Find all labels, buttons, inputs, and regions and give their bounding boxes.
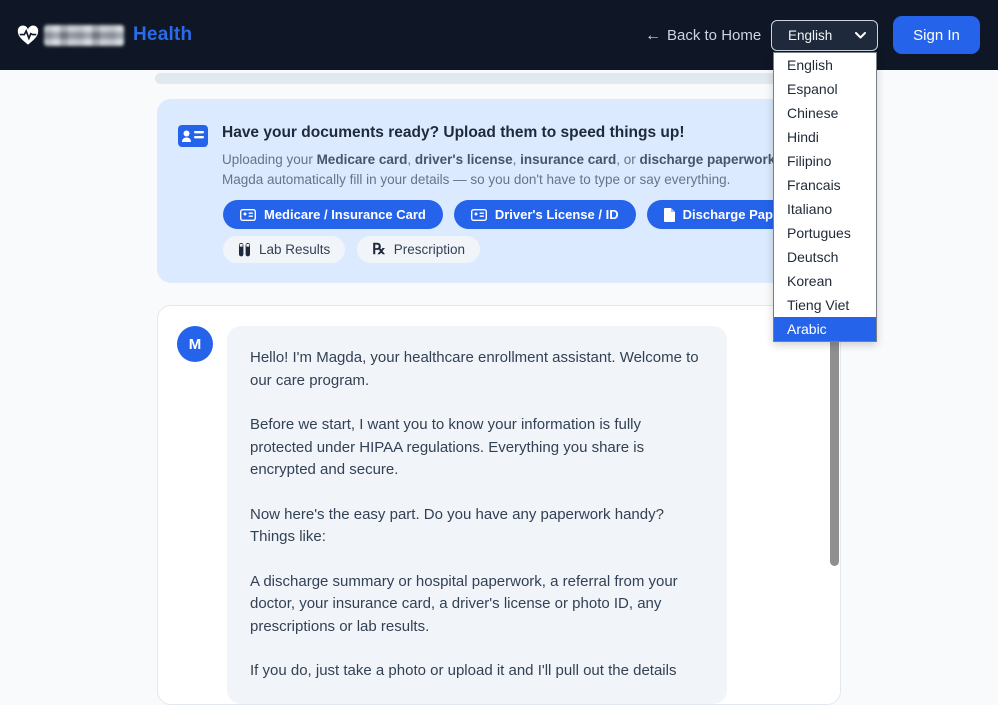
docs-card-title: Have your documents ready? Upload them t… — [222, 124, 684, 142]
brand-name-redacted — [44, 25, 124, 46]
language-option-tieng-viet[interactable]: Tieng Viet — [774, 293, 876, 317]
docs-secondary-buttons: Lab Results ℞ Prescription — [223, 236, 480, 263]
language-option-filipino[interactable]: Filipino — [774, 149, 876, 173]
message-paragraph: Before we start, I want you to know your… — [250, 414, 704, 482]
back-arrow-icon: ← — [645, 28, 661, 44]
lab-results-button[interactable]: Lab Results — [223, 236, 345, 263]
brand-suffix: Health — [133, 24, 192, 46]
drivers-license-button[interactable]: Driver's License / ID — [454, 200, 636, 229]
message-paragraph: Now here's the easy part. Do you have an… — [250, 504, 704, 549]
scrolled-card-remnant — [155, 73, 843, 84]
brand-logo: Health — [17, 24, 192, 46]
assistant-avatar: M — [177, 326, 213, 362]
docs-card-note: Uploading your Medicare card, driver's l… — [222, 150, 830, 190]
test-tubes-icon — [238, 243, 251, 257]
message-paragraph: If you do, just take a photo or upload i… — [250, 660, 704, 683]
medicare-insurance-card-button[interactable]: Medicare / Insurance Card — [223, 200, 443, 229]
message-paragraph: Hello! I'm Magda, your healthcare enroll… — [250, 347, 704, 392]
chevron-down-icon — [855, 32, 866, 39]
language-option-portugues[interactable]: Portugues — [774, 221, 876, 245]
lab-results-label: Lab Results — [259, 242, 330, 257]
id-card-icon — [240, 209, 256, 221]
language-select-value: English — [788, 28, 832, 43]
language-option-deutsch[interactable]: Deutsch — [774, 245, 876, 269]
id-card-icon — [471, 209, 487, 221]
language-option-hindi[interactable]: Hindi — [774, 125, 876, 149]
heart-pulse-icon — [17, 25, 39, 46]
language-option-english[interactable]: English — [774, 53, 876, 77]
language-option-francais[interactable]: Francais — [774, 173, 876, 197]
language-option-chinese[interactable]: Chinese — [774, 101, 876, 125]
docs-note-line1: Uploading your Medicare card, driver's l… — [222, 150, 830, 170]
language-dropdown-menu: English Espanol Chinese Hindi Filipino F… — [773, 52, 877, 342]
chat-panel: M Hello! I'm Magda, your healthcare enro… — [157, 305, 841, 705]
language-option-arabic[interactable]: Arabic — [774, 317, 876, 341]
back-to-home-link[interactable]: ← Back to Home — [645, 27, 761, 44]
assistant-message-bubble: Hello! I'm Magda, your healthcare enroll… — [227, 326, 727, 704]
chat-scrollbar-thumb[interactable] — [830, 332, 839, 566]
back-to-home-label: Back to Home — [667, 27, 761, 44]
docs-note-line2: Magda automatically fill in your details… — [222, 170, 830, 190]
sign-in-button[interactable]: Sign In — [893, 16, 980, 54]
prescription-button[interactable]: ℞ Prescription — [357, 236, 480, 263]
language-option-korean[interactable]: Korean — [774, 269, 876, 293]
rx-icon: ℞ — [372, 242, 385, 257]
language-option-espanol[interactable]: Espanol — [774, 77, 876, 101]
prescription-label: Prescription — [394, 242, 465, 257]
medicare-insurance-card-label: Medicare / Insurance Card — [264, 207, 426, 222]
documents-upload-card: Have your documents ready? Upload them t… — [157, 99, 841, 283]
docs-primary-buttons: Medicare / Insurance Card Driver's Licen… — [223, 200, 833, 229]
language-option-italiano[interactable]: Italiano — [774, 197, 876, 221]
id-card-icon — [178, 125, 208, 147]
drivers-license-label: Driver's License / ID — [495, 207, 619, 222]
language-select[interactable]: English — [771, 20, 878, 51]
document-icon — [664, 208, 675, 222]
message-paragraph: A discharge summary or hospital paperwor… — [250, 571, 704, 639]
